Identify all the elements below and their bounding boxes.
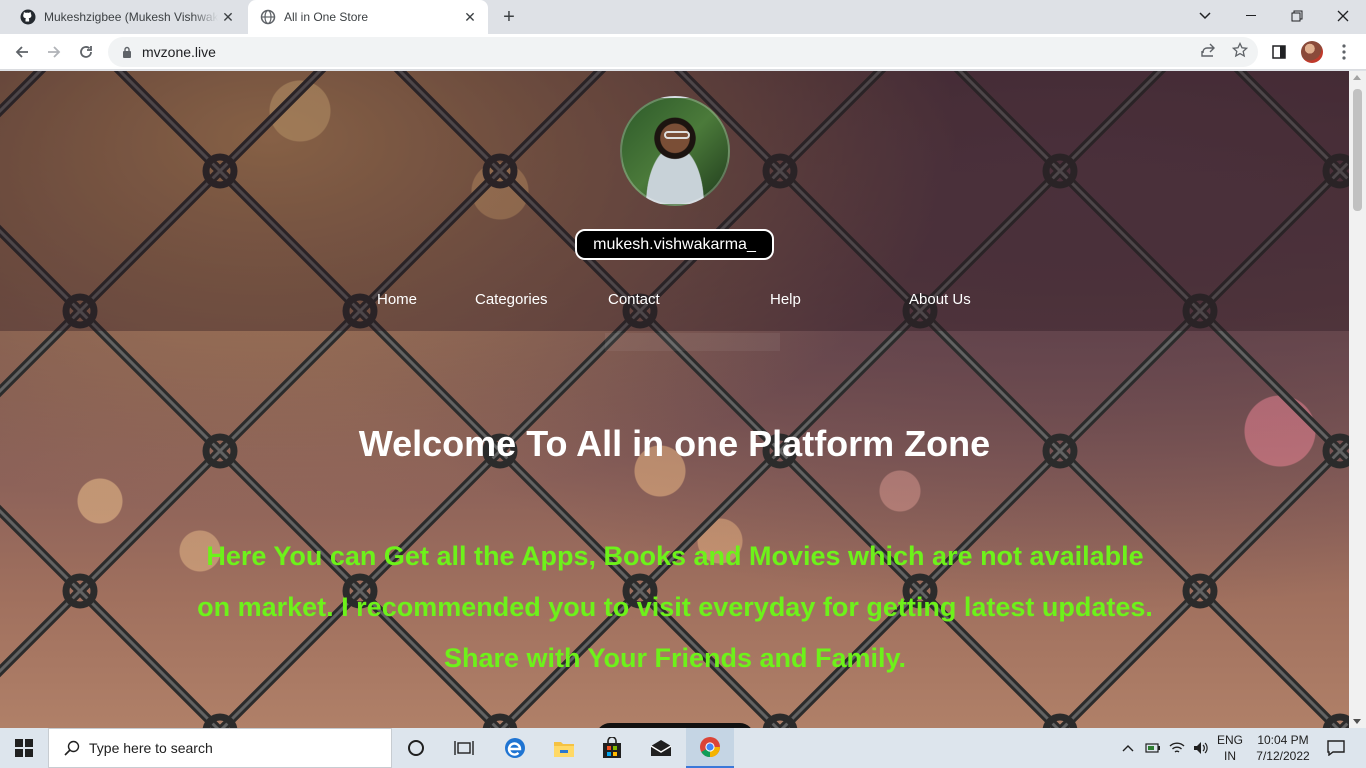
reload-button[interactable] [72, 38, 100, 66]
wifi-icon[interactable] [1166, 728, 1188, 768]
tab-search-chevron-icon[interactable] [1182, 0, 1228, 32]
language-code: ENG [1216, 733, 1243, 747]
new-tab-button[interactable]: + [498, 6, 520, 28]
forward-button[interactable] [40, 38, 68, 66]
nav-contact[interactable]: Contact [608, 291, 660, 308]
site-profile-photo [620, 96, 730, 206]
back-arrow-icon [15, 46, 28, 58]
mail-icon[interactable] [637, 728, 685, 768]
nav-about-us[interactable]: About Us [909, 291, 971, 308]
reload-icon [80, 46, 92, 58]
file-explorer-icon[interactable] [540, 728, 588, 768]
notification-icon[interactable] [1316, 728, 1356, 768]
window-close-button[interactable] [1320, 0, 1366, 32]
share-icon[interactable] [1199, 41, 1217, 59]
close-icon[interactable]: ✕ [218, 7, 238, 27]
region-code: IN [1224, 749, 1236, 763]
edge-icon[interactable] [491, 728, 539, 768]
taskbar-clock[interactable]: 10:04 PM 7/12/2022 [1250, 732, 1316, 764]
page-viewport: mukesh.vishwakarma_ Home Categories Cont… [0, 71, 1366, 728]
back-button[interactable] [8, 38, 36, 66]
browser-tabstrip: Mukeshzigbee (Mukesh Vishwakarma) ✕ All … [0, 0, 1366, 34]
lock-icon[interactable] [120, 45, 134, 59]
globe-icon [260, 9, 276, 25]
hidden-dropdown [605, 333, 780, 351]
search-icon [63, 739, 81, 757]
bookmark-star-icon[interactable] [1231, 41, 1249, 59]
taskbar-search[interactable]: Type here to search [48, 728, 392, 768]
scroll-up-arrow-icon[interactable] [1353, 75, 1361, 80]
tab-github[interactable]: Mukeshzigbee (Mukesh Vishwakarma) ✕ [8, 0, 246, 34]
profile-avatar[interactable] [1298, 38, 1326, 66]
forward-arrow-icon [48, 46, 61, 58]
scrollbar-thumb[interactable] [1353, 89, 1362, 211]
page-title: Welcome To All in one Platform Zone [358, 423, 991, 464]
windows-logo-icon [15, 739, 33, 757]
chrome-icon[interactable] [686, 728, 734, 768]
url-text: mvzone.live [142, 44, 216, 60]
minimize-button[interactable] [1228, 0, 1274, 32]
search-placeholder: Type here to search [89, 740, 213, 756]
tagline-text: Here You can Get all the Apps, Books and… [197, 541, 1153, 673]
language-indicator[interactable]: ENG IN [1214, 732, 1246, 764]
store-icon[interactable] [588, 728, 636, 768]
kebab-menu-icon[interactable] [1330, 38, 1358, 66]
task-view-icon[interactable] [440, 728, 488, 768]
windows-taskbar: Type here to search ENG IN 10:04 PM 7/12… [0, 728, 1366, 768]
tab-title: All in One Store [284, 10, 369, 24]
nav-categories[interactable]: Categories [475, 291, 548, 308]
cortana-icon[interactable] [392, 728, 440, 768]
github-icon [20, 9, 36, 25]
battery-icon[interactable] [1142, 728, 1164, 768]
site-nav: Home Categories Contact Help About Us [0, 291, 1349, 315]
tab-title: Mukeshzigbee (Mukesh Vishwakarma) [44, 10, 218, 24]
page-scrollbar[interactable] [1349, 71, 1366, 728]
scroll-down-arrow-icon[interactable] [1353, 719, 1361, 724]
restore-button[interactable] [1274, 0, 1320, 32]
clock-time: 10:04 PM [1257, 733, 1309, 747]
volume-icon[interactable] [1190, 728, 1212, 768]
nav-home[interactable]: Home [377, 291, 417, 308]
clock-date: 7/12/2022 [1256, 749, 1310, 763]
address-bar[interactable]: mvzone.live [108, 37, 1258, 67]
browser-toolbar: mvzone.live [0, 34, 1366, 70]
username-badge[interactable]: mukesh.vishwakarma_ [575, 229, 774, 260]
chevron-up-icon[interactable] [1118, 728, 1138, 768]
side-panel-icon[interactable] [1265, 38, 1293, 66]
nav-help[interactable]: Help [770, 291, 801, 308]
close-icon[interactable]: ✕ [460, 7, 480, 27]
tab-all-in-one-store[interactable]: All in One Store ✕ [248, 0, 488, 34]
windows-start-button[interactable] [0, 728, 48, 768]
